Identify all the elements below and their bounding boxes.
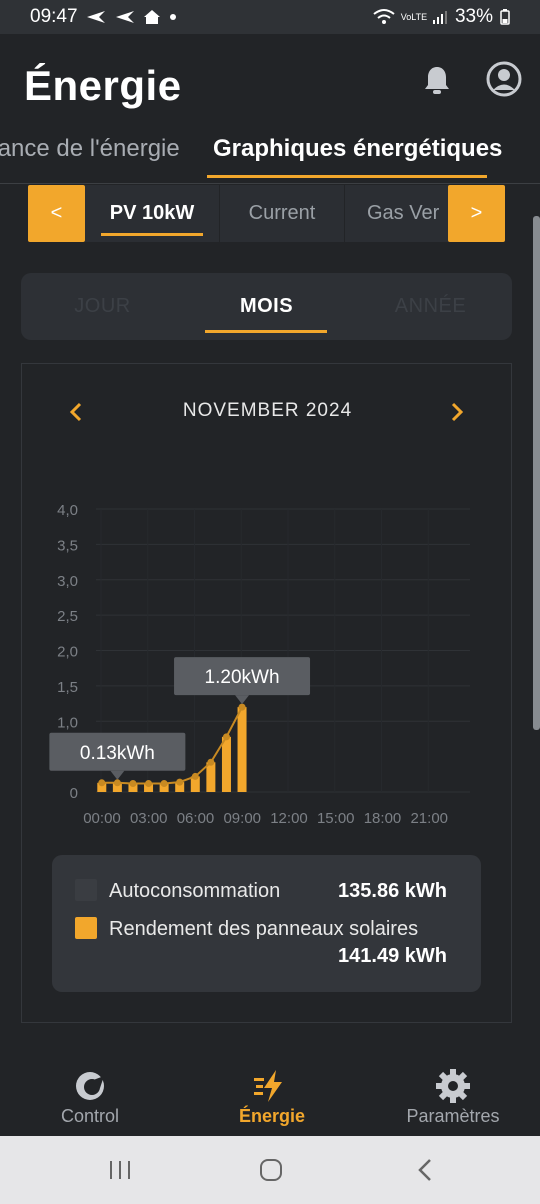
series-point [145, 780, 153, 788]
back-icon[interactable] [405, 1154, 445, 1186]
x-tick-label: 00:00 [83, 810, 121, 827]
y-tick-label: 3,5 [57, 537, 78, 554]
series-point [176, 778, 184, 786]
series-point [160, 780, 168, 788]
x-tick-label: 15:00 [317, 810, 355, 827]
energy-bar-chart: 4,0 3,5 3,0 2,5 2,0 1,5 1,0 0 00:00 03:00 06:00 09:… [49, 502, 470, 827]
home-button-icon[interactable] [251, 1154, 291, 1186]
y-tick-label: 2,5 [57, 608, 78, 625]
nav-energie[interactable]: Énergie [182, 1068, 362, 1127]
y-tick-label: 4,0 [57, 502, 78, 519]
x-tick-label: 18:00 [364, 810, 402, 827]
y-tick-label: 2,0 [57, 644, 78, 661]
recents-icon[interactable] [100, 1154, 140, 1186]
nav-control[interactable]: Control [0, 1068, 180, 1127]
y-tick-label: 0 [70, 785, 78, 802]
bar [237, 707, 247, 792]
legend-value-autoconsommation: 135.86 kWh [338, 880, 447, 902]
series-point [129, 780, 137, 788]
nav-label: Paramètres [406, 1106, 500, 1126]
tooltip-label: 1.20kWh [205, 667, 280, 688]
tooltip-label: 0.13kWh [80, 743, 155, 764]
legend-label-rendement: Rendement des panneaux solaires [109, 918, 419, 940]
y-tick-label: 1,5 [57, 679, 78, 696]
legend-value-rendement: 141.49 kWh [338, 945, 447, 967]
system-nav [0, 1136, 540, 1204]
tooltip-pointer [235, 695, 250, 705]
series-point [238, 703, 246, 711]
legend-label-autoconsommation: Autoconsommation [109, 880, 281, 902]
nav-parametres[interactable]: Paramètres [363, 1068, 540, 1127]
energy-bolt-icon [254, 1070, 282, 1102]
bar [221, 736, 231, 792]
control-icon [76, 1072, 104, 1100]
nav-label: Control [60, 1106, 120, 1126]
y-tick-label: 3,0 [57, 573, 78, 590]
series-point [207, 758, 215, 766]
legend-swatch-rendement [75, 917, 97, 939]
gear-icon [436, 1069, 470, 1103]
series-point [113, 779, 121, 787]
nav-label: Énergie [238, 1106, 306, 1126]
series-point [191, 772, 199, 780]
bar [206, 762, 216, 792]
tooltip-pointer [110, 770, 125, 780]
x-tick-label: 06:00 [177, 810, 215, 827]
x-tick-label: 09:00 [223, 810, 261, 827]
legend-box: Autoconsommation 135.86 kWh Rendement de… [52, 855, 481, 992]
x-tick-label: 21:00 [410, 810, 448, 827]
series-point [98, 779, 106, 787]
legend-swatch-autoconsommation [75, 879, 97, 901]
x-tick-label: 12:00 [270, 810, 308, 827]
series-point [222, 733, 230, 741]
y-tick-label: 1,0 [57, 714, 78, 731]
bottom-nav: Control Énergie Paramètres [0, 1060, 540, 1136]
x-tick-label: 03:00 [130, 810, 168, 827]
